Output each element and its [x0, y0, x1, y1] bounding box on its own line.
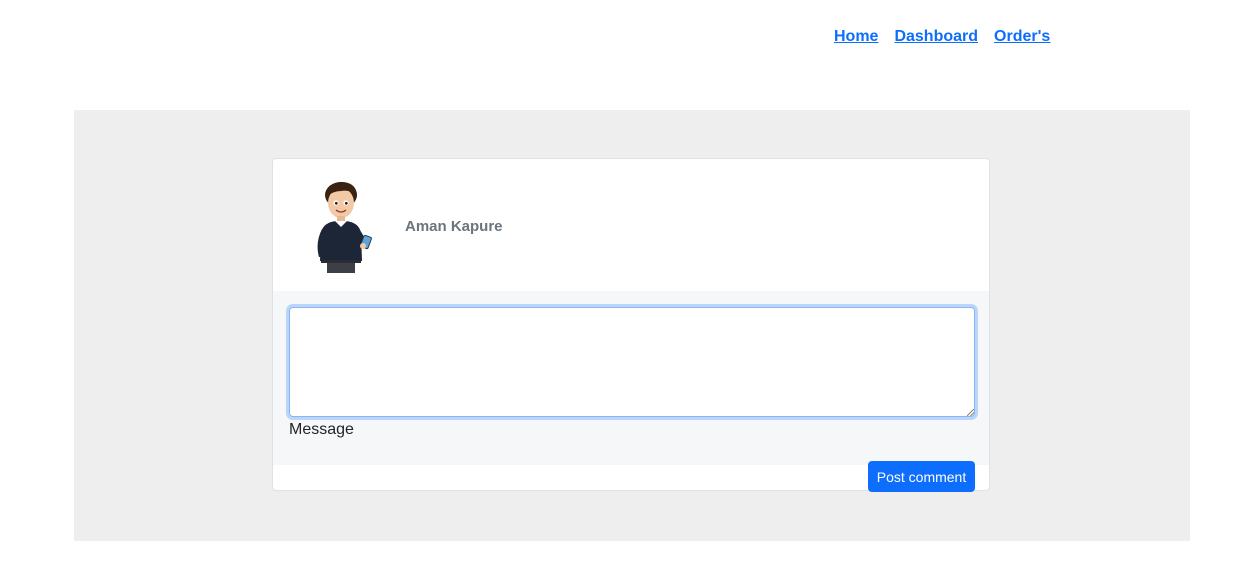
resize-grip-icon[interactable]: [967, 409, 974, 416]
message-label: Message: [289, 421, 354, 438]
nav-link-dashboard[interactable]: Dashboard: [894, 28, 978, 46]
post-comment-button[interactable]: Post comment: [868, 461, 975, 492]
comment-form: Message: [273, 291, 989, 465]
comment-section: Aman Kapure Message Post comment: [74, 110, 1190, 541]
user-name: Aman Kapure: [405, 218, 503, 235]
message-textarea[interactable]: [289, 307, 975, 417]
comment-card: Aman Kapure Message Post comment: [272, 158, 990, 492]
nav-link-orders[interactable]: Order's: [994, 28, 1050, 46]
avatar-icon: [317, 181, 372, 273]
comment-card-header: Aman Kapure: [273, 159, 989, 291]
top-nav: Home Dashboard Order's: [834, 28, 1050, 46]
nav-link-home[interactable]: Home: [834, 28, 878, 46]
